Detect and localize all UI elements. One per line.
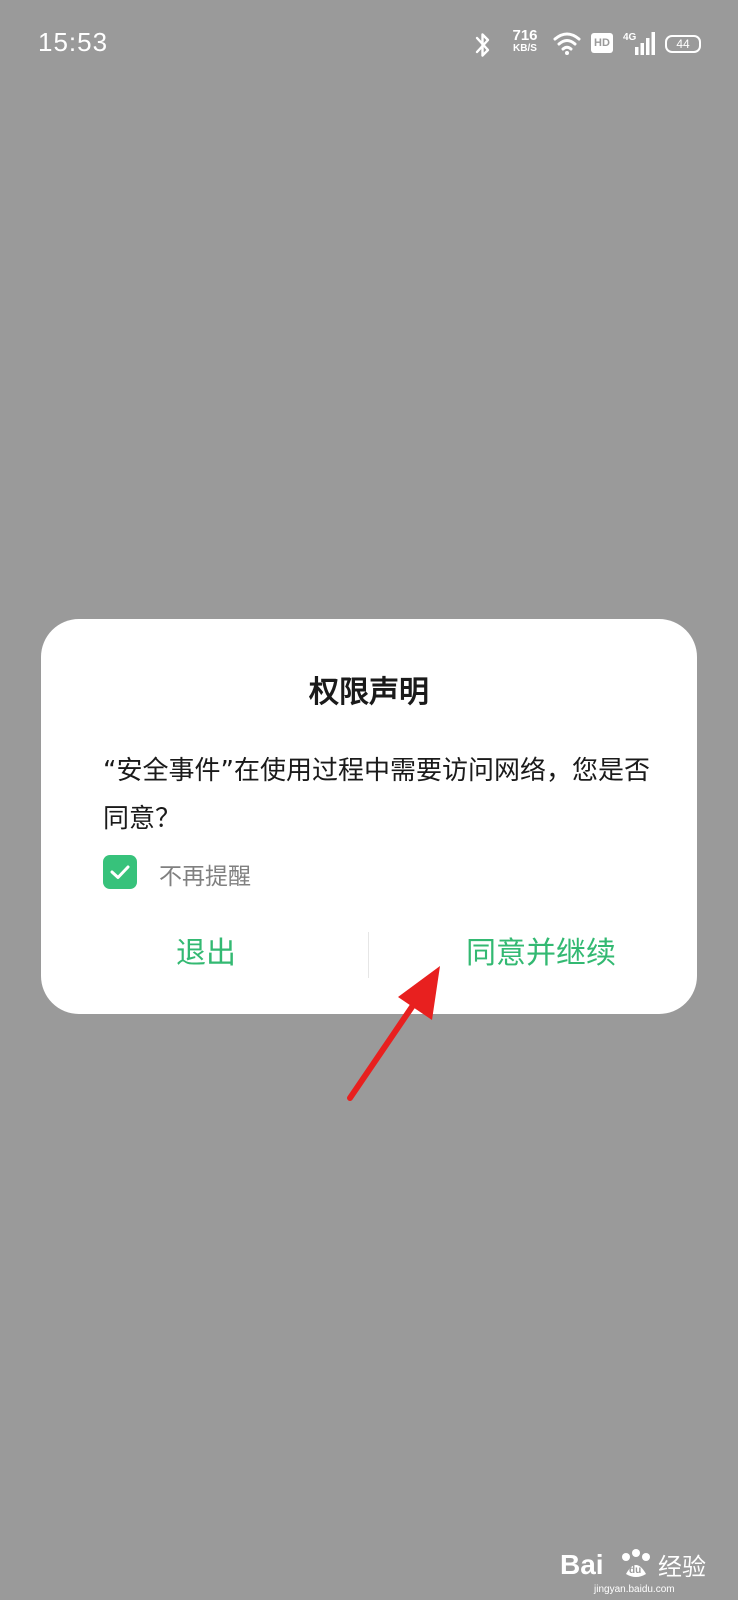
svg-text:经验: 经验 <box>658 1553 706 1581</box>
svg-text:4G: 4G <box>623 32 637 43</box>
permission-dialog: 权限声明 “安全事件”在使用过程中需要访问网络，您是否同意？ 不再提醒 退出 同… <box>41 619 697 1014</box>
bluetooth-icon <box>475 33 490 57</box>
net-speed-value: 716 <box>512 27 538 44</box>
net-speed-indicator: 716 KB/S <box>508 28 542 54</box>
hd-icon: HD <box>591 33 613 53</box>
svg-text:Bai: Bai <box>560 1549 604 1580</box>
battery-icon: 44 <box>665 35 701 53</box>
svg-text:du: du <box>629 1565 641 1576</box>
paw-icon: du <box>622 1549 650 1577</box>
signal-4g-icon: 4G <box>623 32 655 55</box>
status-bar: 15:53 716 KB/S HD 4G 44 <box>0 0 738 92</box>
dont-remind-label: 不再提醒 <box>159 864 251 890</box>
dialog-message: “安全事件”在使用过程中需要访问网络，您是否同意？ <box>103 756 650 834</box>
watermark-url: jingyan.baidu.com <box>594 1584 675 1595</box>
annotation-arrow-icon <box>347 966 440 1101</box>
net-speed-unit: KB/S <box>513 43 537 54</box>
dont-remind-checkbox[interactable] <box>103 855 137 889</box>
baidu-jingyan-watermark: Bai du 经验 <box>560 1549 706 1581</box>
exit-button[interactable]: 退出 <box>81 924 331 984</box>
status-time: 15:53 <box>38 27 109 57</box>
wifi-icon <box>553 32 581 55</box>
battery-level: 44 <box>676 37 690 51</box>
checkmark-icon <box>110 865 130 879</box>
dialog-title: 权限声明 <box>309 675 429 710</box>
